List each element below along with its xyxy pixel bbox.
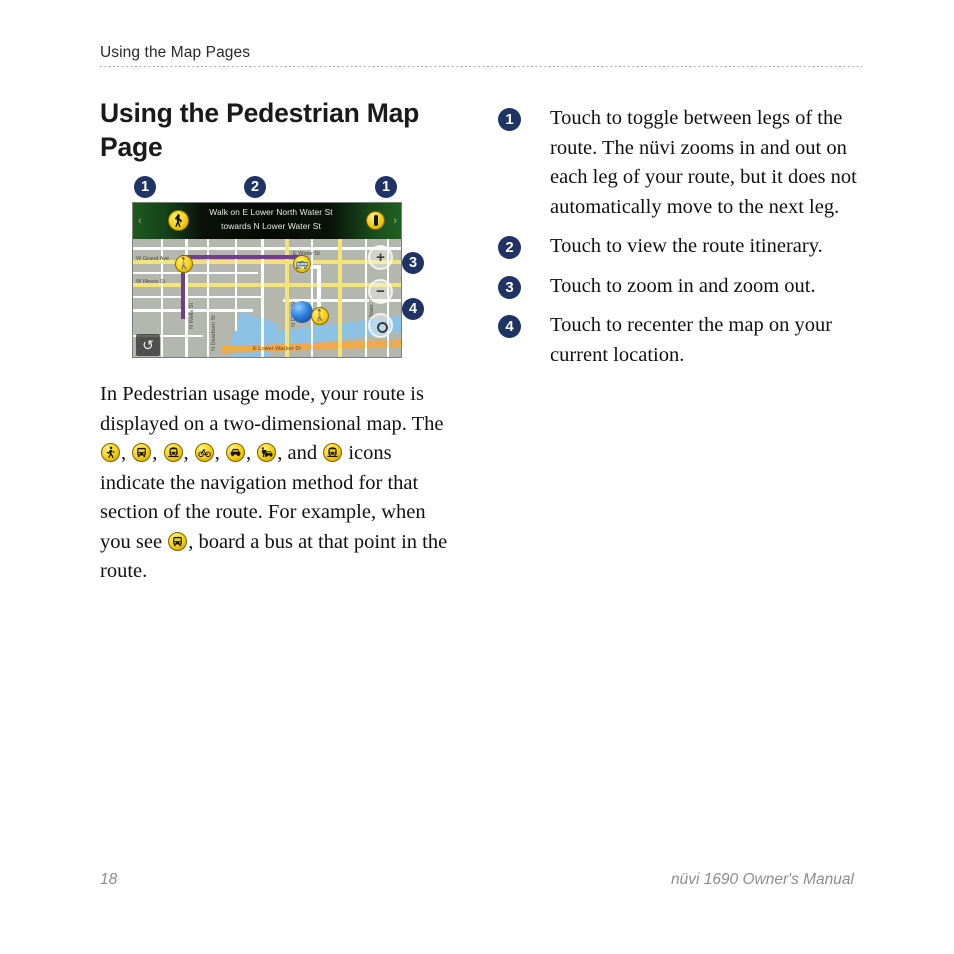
running-head: Using the Map Pages xyxy=(100,44,862,67)
callout-note-1: 1 Touch to toggle between legs of the ro… xyxy=(498,104,862,222)
figure-callout-4: 4 xyxy=(402,298,424,320)
info-icon[interactable] xyxy=(366,211,385,230)
previous-leg-arrow-icon[interactable]: ‹ xyxy=(138,216,142,227)
header-divider xyxy=(100,66,862,67)
map-poi-pedestrian-icon: 🚶 xyxy=(175,255,193,273)
street-label: N Wells St xyxy=(189,302,195,329)
street-label: W Illinois St xyxy=(136,279,166,285)
pedestrian-icon xyxy=(168,210,189,231)
pedestrian-map-figure: 1 2 1 W Grand Ave W Illinois St N Wells … xyxy=(132,176,424,358)
page-footer: 18 nüvi 1690 Owner's Manual xyxy=(100,870,862,892)
bus-icon xyxy=(168,531,188,551)
next-leg-arrow-icon[interactable]: › xyxy=(393,216,397,227)
recenter-button[interactable] xyxy=(368,313,393,338)
current-position-dot xyxy=(291,301,313,323)
map-poi-pedestrian-icon: 🚶 xyxy=(311,307,329,325)
rail-icon xyxy=(323,443,343,462)
map-canvas: W Grand Ave W Illinois St N Wells St N D… xyxy=(133,239,401,357)
running-head-text: Using the Map Pages xyxy=(100,44,251,61)
map-poi-bus-icon: 🚌 xyxy=(293,255,311,273)
body-text-g: , and xyxy=(277,442,323,464)
navigation-banner[interactable]: ‹ Walk on E Lower North Water St towards … xyxy=(133,203,401,239)
street-label: N Dearborn St xyxy=(211,315,217,351)
body-text-f: , xyxy=(246,442,257,464)
callout-note-text: Touch to toggle between legs of the rout… xyxy=(550,107,857,218)
callout-note-number: 2 xyxy=(498,236,521,259)
callout-note-2: 2 Touch to view the route itinerary. xyxy=(498,232,862,262)
callout-note-4: 4 Touch to recenter the map on your curr… xyxy=(498,311,862,370)
car-icon xyxy=(226,443,245,462)
back-button[interactable]: ↺ xyxy=(136,334,160,356)
body-text-e: , xyxy=(214,442,225,464)
page-number: 18 xyxy=(100,871,118,888)
taxi-icon xyxy=(257,443,277,462)
callout-note-number: 1 xyxy=(498,108,521,131)
zoom-in-button[interactable]: + xyxy=(368,245,393,270)
manual-title: nüvi 1690 Owner's Manual xyxy=(670,871,854,888)
figure-callout-1-right: 1 xyxy=(375,176,397,198)
zoom-out-button[interactable]: − xyxy=(368,279,393,304)
figure-callout-1-left: 1 xyxy=(134,176,156,198)
street-label: E Lower Wacker Dr xyxy=(253,346,302,352)
callout-note-text: Touch to recenter the map on your curren… xyxy=(550,314,833,366)
train-icon xyxy=(163,443,183,462)
body-paragraph: In Pedestrian usage mode, your route is … xyxy=(100,380,456,587)
callout-note-3: 3 Touch to zoom in and zoom out. xyxy=(498,272,862,302)
figure-callout-row: 1 2 1 xyxy=(132,176,402,202)
body-text-a: In Pedestrian usage mode, your route is … xyxy=(100,383,444,435)
callout-note-text: Touch to zoom in and zoom out. xyxy=(550,274,816,297)
left-column: Using the Pedestrian Map Page 1 2 1 W Gr… xyxy=(100,96,460,587)
body-text-d: , xyxy=(183,442,194,464)
callout-note-text: Touch to view the route itinerary. xyxy=(550,235,823,257)
bus-icon xyxy=(132,443,152,462)
bicycle-icon xyxy=(194,443,214,462)
right-column: 1 Touch to toggle between legs of the ro… xyxy=(498,104,862,380)
street-label: W Grand Ave xyxy=(136,256,170,262)
device-screenshot: W Grand Ave W Illinois St N Wells St N D… xyxy=(132,202,402,358)
figure-callout-3: 3 xyxy=(402,252,424,274)
figure-callout-2: 2 xyxy=(244,176,266,198)
banner-instruction-text: Walk on E Lower North Water St towards N … xyxy=(191,206,351,233)
body-text-b: , xyxy=(121,442,132,464)
body-text-c: , xyxy=(152,442,163,464)
page-title: Using the Pedestrian Map Page xyxy=(100,98,420,162)
banner-line-1: Walk on E Lower North Water St xyxy=(209,207,333,217)
walk-icon xyxy=(101,443,120,462)
callout-note-number: 4 xyxy=(498,315,521,338)
callout-note-number: 3 xyxy=(498,275,521,299)
banner-line-2: towards N Lower Water St xyxy=(221,220,321,231)
